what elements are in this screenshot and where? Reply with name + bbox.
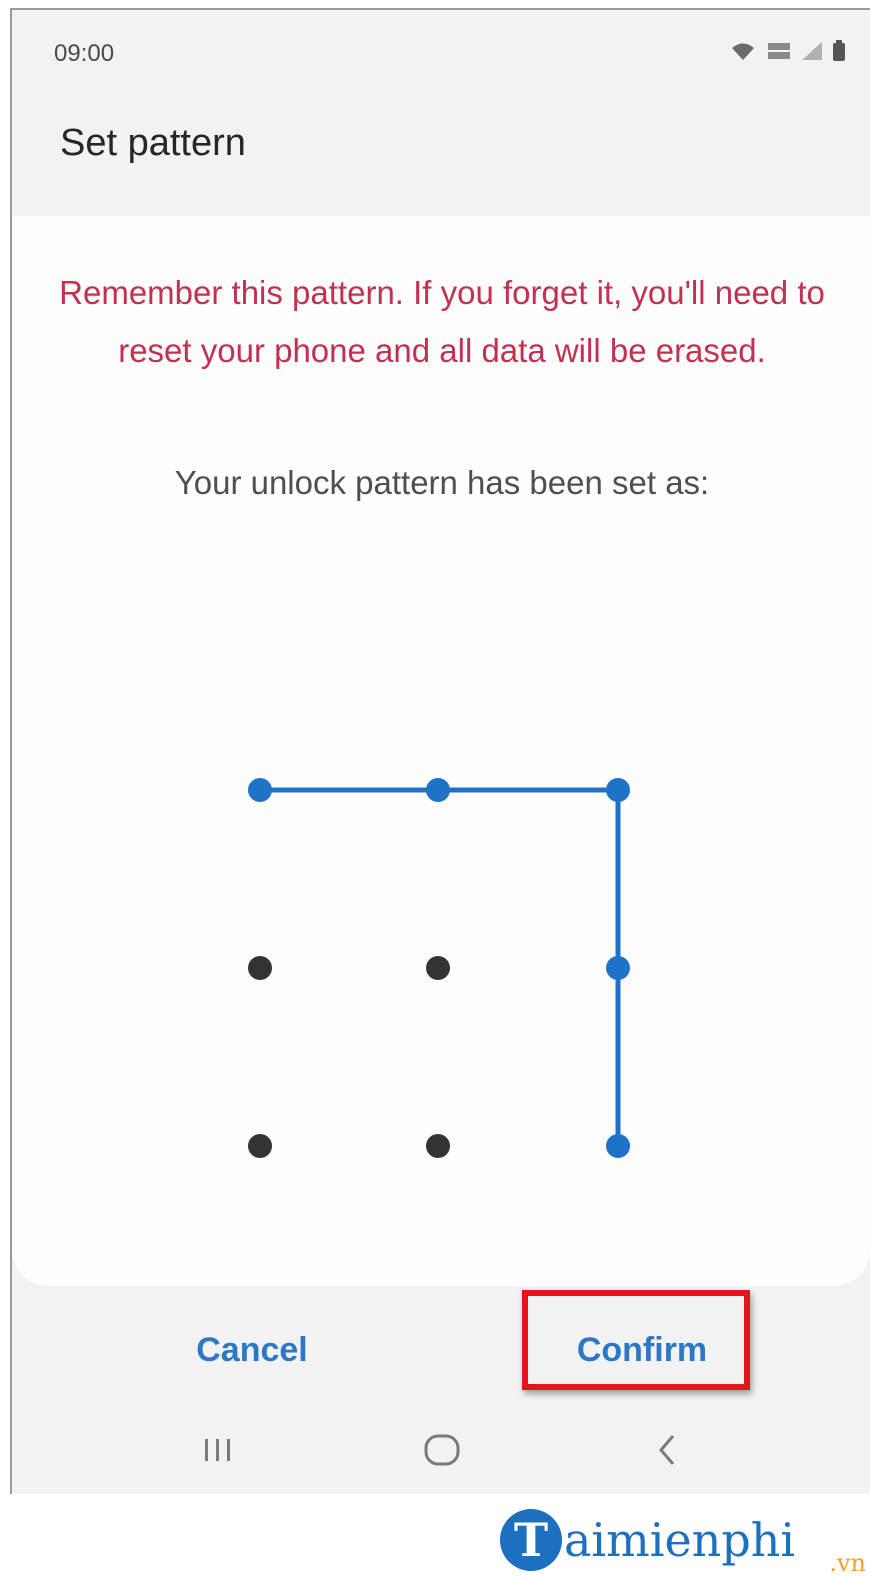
wifi-icon bbox=[732, 43, 754, 60]
pattern-dot-selected bbox=[606, 778, 630, 802]
cancel-button[interactable]: Cancel bbox=[152, 1300, 352, 1400]
back-icon[interactable] bbox=[638, 1420, 698, 1480]
confirm-highlight-box bbox=[522, 1290, 750, 1390]
pattern-dot-selected bbox=[426, 778, 450, 802]
status-bar: 09:00 bbox=[12, 10, 870, 90]
unlock-pattern bbox=[248, 778, 630, 1158]
pattern-dot bbox=[248, 956, 272, 980]
battery-icon bbox=[833, 40, 845, 61]
volte-lte-icon bbox=[768, 43, 790, 59]
recents-icon[interactable] bbox=[188, 1420, 248, 1480]
pattern-dot-selected bbox=[606, 956, 630, 980]
status-icons bbox=[728, 40, 846, 62]
watermark-text: aimienphi bbox=[564, 1513, 796, 1567]
watermark-logo-letter: T bbox=[500, 1509, 562, 1571]
watermark-suffix: .vn bbox=[829, 1549, 866, 1577]
pattern-dot bbox=[248, 1134, 272, 1158]
signal-icon bbox=[802, 42, 822, 60]
home-icon[interactable] bbox=[412, 1420, 472, 1480]
pattern-dot-selected bbox=[248, 778, 272, 802]
status-time: 09:00 bbox=[54, 40, 115, 67]
pattern-dot bbox=[426, 1134, 450, 1158]
page-title: Set pattern bbox=[60, 122, 246, 164]
content-card: Remember this pattern. If you forget it,… bbox=[12, 216, 870, 1286]
phone-screen: 09:00 Set pattern Remember this pattern.… bbox=[10, 8, 870, 1494]
navigation-bar bbox=[12, 1410, 870, 1490]
watermark-logo: T aimienphi .vn bbox=[500, 1500, 870, 1577]
pattern-dot bbox=[426, 956, 450, 980]
pattern-dot-selected bbox=[606, 1134, 630, 1158]
